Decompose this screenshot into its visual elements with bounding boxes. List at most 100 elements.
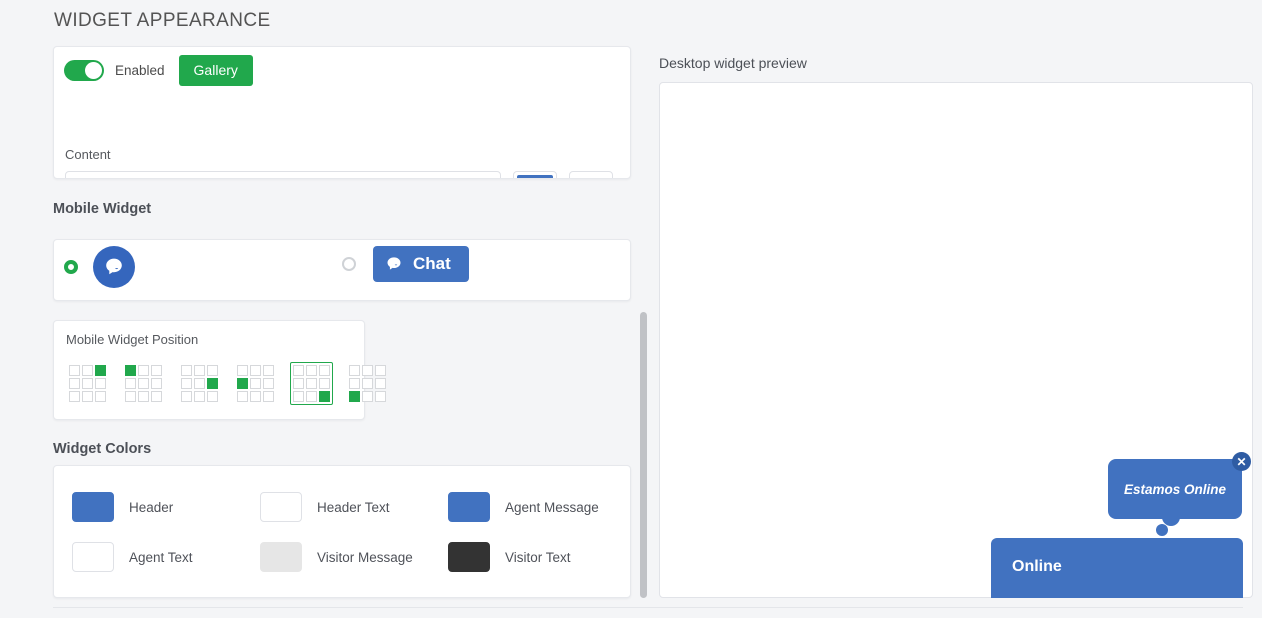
- color-swatch-agent-message[interactable]: [448, 492, 490, 522]
- enabled-toggle[interactable]: [64, 60, 104, 81]
- position-cell: [138, 391, 149, 402]
- color-item: Header: [72, 492, 260, 522]
- position-option-top-left[interactable]: [122, 362, 165, 405]
- preview-tooltip-bubble: Estamos Online: [1108, 459, 1242, 519]
- radio-round-bubble[interactable]: [64, 260, 78, 274]
- position-option-bottom-right[interactable]: [290, 362, 333, 405]
- position-cell: [293, 365, 304, 376]
- settings-scrollbar-thumb[interactable]: [640, 312, 647, 598]
- position-cell: [237, 365, 248, 376]
- color-item: Agent Message: [448, 492, 612, 522]
- content-color-swatch-button[interactable]: [513, 171, 557, 178]
- position-cell: [82, 365, 93, 376]
- color-item: Visitor Message: [260, 542, 448, 572]
- gallery-button[interactable]: Gallery: [178, 55, 253, 86]
- color-item: Visitor Text: [448, 542, 612, 572]
- position-cell: [69, 365, 80, 376]
- position-cell: [82, 391, 93, 402]
- color-label: Header: [129, 499, 174, 515]
- close-icon[interactable]: ✕: [1232, 452, 1251, 471]
- position-cell: [250, 391, 261, 402]
- position-cell: [375, 365, 386, 376]
- color-swatch-visitor-message[interactable]: [260, 542, 302, 572]
- preview-widget-header-title: Online: [1012, 558, 1062, 575]
- color-item: Header Text: [260, 492, 448, 522]
- position-cell: [194, 365, 205, 376]
- position-cell: [293, 378, 304, 389]
- position-cell: [319, 378, 330, 389]
- position-cell: [207, 391, 218, 402]
- position-cell: [319, 391, 330, 402]
- position-cell: [69, 378, 80, 389]
- mobile-widget-option-round[interactable]: [64, 246, 135, 288]
- color-swatch-header-text[interactable]: [260, 492, 302, 522]
- color-swatch-header[interactable]: [72, 492, 114, 522]
- settings-scrollbar-track[interactable]: [637, 312, 647, 598]
- preview-widget-header: Online: [991, 538, 1243, 598]
- content-input[interactable]: [65, 171, 501, 178]
- position-cell: [181, 365, 192, 376]
- content-settings-card: Enabled Gallery Content: [53, 46, 631, 179]
- position-cell: [207, 378, 218, 389]
- position-cell: [349, 378, 360, 389]
- desktop-preview-label: Desktop widget preview: [659, 55, 807, 71]
- position-cell: [319, 365, 330, 376]
- position-cell: [362, 391, 373, 402]
- settings-column: Enabled Gallery Content Mobile Widget: [53, 46, 631, 598]
- position-cell: [181, 378, 192, 389]
- color-label: Agent Message: [505, 499, 599, 515]
- position-cell: [263, 378, 274, 389]
- bottom-divider: [53, 607, 1243, 608]
- toggle-knob: [85, 62, 102, 79]
- position-cell: [263, 365, 274, 376]
- position-cell: [194, 391, 205, 402]
- position-cell: [95, 365, 106, 376]
- widget-colors-heading: Widget Colors: [53, 441, 152, 457]
- position-cell: [69, 391, 80, 402]
- content-secondary-swatch-button[interactable]: [569, 171, 613, 178]
- color-swatch-agent-text[interactable]: [72, 542, 114, 572]
- position-cell: [125, 391, 136, 402]
- mobile-widget-option-pill[interactable]: Chat: [342, 246, 469, 282]
- mobile-widget-style-card: Chat: [53, 239, 631, 301]
- color-label: Visitor Message: [317, 549, 413, 565]
- position-cell: [151, 365, 162, 376]
- position-cell: [207, 365, 218, 376]
- position-cell: [250, 365, 261, 376]
- position-cell: [138, 378, 149, 389]
- position-cell: [95, 391, 106, 402]
- mobile-widget-position-card: Mobile Widget Position: [53, 320, 386, 420]
- position-cell: [362, 378, 373, 389]
- color-swatch-visitor-text[interactable]: [448, 542, 490, 572]
- chat-pill-label: Chat: [413, 254, 451, 273]
- mobile-widget-heading: Mobile Widget: [53, 201, 152, 217]
- position-cell: [138, 365, 149, 376]
- position-option-bottom-left[interactable]: [346, 362, 389, 405]
- position-cell: [349, 365, 360, 376]
- position-option-middle-left[interactable]: [234, 362, 277, 405]
- position-options: [66, 362, 386, 405]
- content-label: Content: [65, 147, 111, 162]
- color-label: Visitor Text: [505, 549, 571, 565]
- position-option-top-right[interactable]: [66, 362, 109, 405]
- position-cell: [95, 378, 106, 389]
- color-label: Header Text: [317, 499, 390, 515]
- position-cell: [263, 391, 274, 402]
- position-option-middle-right[interactable]: [178, 362, 221, 405]
- position-cell: [151, 378, 162, 389]
- position-cell: [362, 365, 373, 376]
- position-cell: [375, 378, 386, 389]
- radio-chat-pill[interactable]: [342, 257, 356, 271]
- content-color-swatch: [517, 175, 553, 178]
- position-cell: [125, 365, 136, 376]
- position-cell: [250, 378, 261, 389]
- position-cell: [194, 378, 205, 389]
- position-cell: [306, 365, 317, 376]
- color-item: Agent Text: [72, 542, 260, 572]
- content-input-row: [65, 171, 613, 178]
- preview-tooltip-dot: [1156, 524, 1168, 536]
- color-label: Agent Text: [129, 549, 193, 565]
- position-cell: [82, 378, 93, 389]
- position-cell: [151, 391, 162, 402]
- position-cell: [237, 378, 248, 389]
